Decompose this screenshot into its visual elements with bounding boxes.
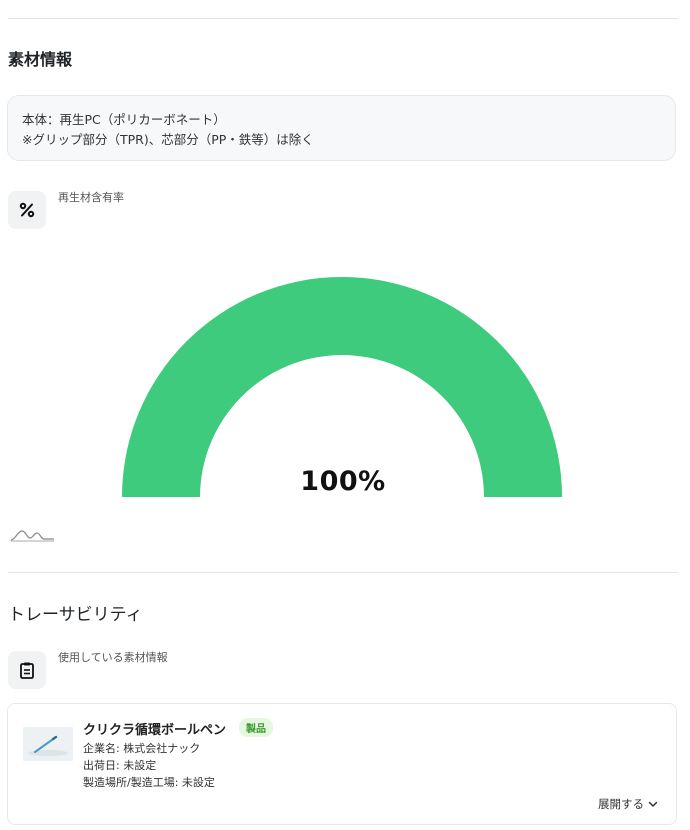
- product-card[interactable]: クリクラ循環ボールペン 製品 企業名: 株式会社ナック 出荷日: 未設定 製造場…: [7, 703, 677, 825]
- material-body-line1: 本体：再生PC（ポリカーボネート）: [22, 112, 226, 127]
- clipboard-icon: [8, 651, 46, 689]
- material-body-line2: ※グリップ部分（TPR)、芯部分（PP・鉄等）は除く: [22, 132, 314, 147]
- product-type-badge: 製品: [239, 718, 273, 737]
- company-name: 企業名: 株式会社ナック: [83, 742, 201, 755]
- top-divider: [8, 18, 678, 19]
- materials-used-label: 使用している素材情報: [58, 651, 168, 664]
- recycled-content-label: 再生材含有率: [58, 191, 124, 204]
- section-divider: [8, 572, 678, 573]
- product-name[interactable]: クリクラ循環ボールペン: [83, 719, 226, 738]
- ship-date: 出荷日: 未設定: [83, 759, 157, 772]
- material-section-title: 素材情報: [8, 50, 73, 69]
- material-description-box: 本体：再生PC（ポリカーボネート） ※グリップ部分（TPR)、芯部分（PP・鉄等…: [7, 95, 676, 161]
- recycled-content-value: 100%: [300, 466, 386, 497]
- percent-icon: [8, 191, 46, 229]
- product-thumbnail: [23, 727, 73, 761]
- gauge-fill: [122, 277, 562, 497]
- expand-button[interactable]: 展開する: [598, 796, 658, 812]
- manufacturing-location: 製造場所/製造工場: 未設定: [83, 776, 215, 789]
- chevron-down-icon: [648, 801, 658, 807]
- wave-logo-icon: [10, 530, 54, 542]
- expand-label: 展開する: [598, 797, 644, 811]
- traceability-title: トレーサビリティ: [8, 605, 143, 625]
